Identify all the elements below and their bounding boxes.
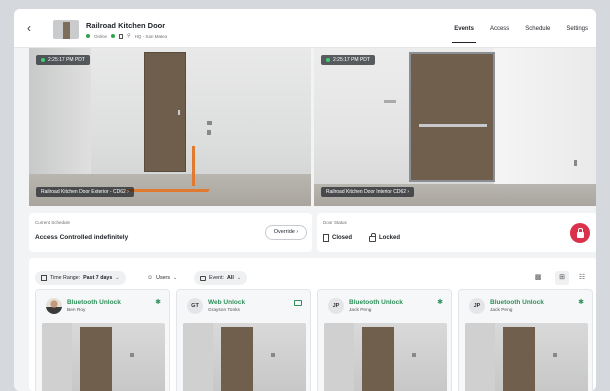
lock-toggle-button[interactable] [570, 223, 590, 243]
live-indicator-icon [326, 58, 330, 62]
event-filter[interactable]: Event: All ⌄ [194, 271, 248, 285]
door-thumbnail [53, 20, 79, 39]
list-view-button[interactable]: ☷ [575, 271, 589, 285]
door-status-caption: Door Status [323, 220, 347, 225]
calendar-icon [41, 275, 47, 281]
chevron-down-icon: ⌄ [236, 275, 242, 281]
tab-settings[interactable]: Settings [566, 9, 588, 48]
door-meta: Online ⚲ HQ - San Mateo [86, 32, 167, 40]
door-lock-state: Locked [369, 233, 400, 242]
events-panel: Time Range: Past 7 days ⌄ ☺ Users ⌄ Event: A… [29, 258, 596, 391]
bluetooth-icon: ✱ [155, 299, 161, 306]
event-snapshot [465, 323, 588, 391]
event-user: Jack Peng [490, 308, 513, 313]
schedule-value: Access Controlled indefinitely [35, 234, 129, 241]
camera-label-interior[interactable]: Railroad Kitchen Door Interior CD62 › [321, 187, 415, 197]
door-image [409, 52, 495, 182]
override-button[interactable]: Override › [265, 225, 307, 240]
grid-icon: ⊞ [559, 274, 565, 281]
camera-label-exterior[interactable]: Railroad Kitchen Door Exterior - CD62 › [36, 187, 134, 197]
event-user: Ben Roy [67, 308, 86, 313]
bluetooth-icon: ✱ [437, 299, 443, 306]
live-indicator-icon [41, 58, 45, 62]
event-user: Jack Peng [349, 308, 372, 313]
users-filter[interactable]: ☺ Users ⌄ [147, 271, 177, 285]
location-text: HQ - San Mateo [134, 33, 168, 39]
camera-timestamp: 2:25:17 PM PDT [36, 55, 90, 65]
bar-chart-icon: ▩ [534, 274, 542, 281]
event-type: Bluetooth Unlock [490, 299, 544, 306]
tab-schedule[interactable]: Schedule [525, 9, 550, 48]
event-card[interactable]: JP Bluetooth Unlock Jack Peng ✱ [317, 289, 452, 391]
event-snapshot [183, 323, 306, 391]
user-icon: ☺ [147, 275, 154, 281]
event-type: Web Unlock [208, 299, 246, 306]
back-arrow-icon[interactable]: ‹ [27, 21, 41, 35]
page-title: Railroad Kitchen Door [86, 21, 166, 30]
event-snapshot [324, 323, 447, 391]
tab-access[interactable]: Access [490, 9, 509, 48]
avatar: JP [469, 298, 485, 314]
camera-feed-interior[interactable]: 2:25:17 PM PDT Railroad Kitchen Door Int… [314, 48, 596, 206]
event-card[interactable]: Bluetooth Unlock Ben Roy ✱ [35, 289, 170, 391]
door-status-card: Door Status Closed Locked [317, 213, 596, 252]
reader-status-icon [111, 34, 116, 38]
tab-events[interactable]: Events [452, 9, 476, 48]
avatar: GT [187, 298, 203, 314]
chevron-down-icon: ⌄ [115, 275, 120, 281]
event-snapshot [42, 323, 165, 391]
grid-view-button[interactable]: ⊞ [555, 271, 569, 285]
app-window: ‹ Railroad Kitchen Door Online ⚲ HQ - Sa… [14, 9, 596, 391]
camera-feed-exterior[interactable]: 2:25:17 PM PDT Railroad Kitchen Door Ext… [29, 48, 311, 206]
event-user: Grayson Tonks [208, 308, 240, 313]
location-pin-icon: ⚲ [127, 33, 131, 39]
avatar [46, 298, 62, 314]
avatar: JP [328, 298, 344, 314]
event-type-icon [200, 275, 206, 281]
schedule-card: Current Schedule Access Controlled indef… [29, 213, 312, 252]
lock-icon [369, 233, 376, 242]
time-range-filter[interactable]: Time Range: Past 7 days ⌄ [35, 271, 126, 285]
schedule-caption: Current Schedule [35, 220, 71, 225]
lock-icon [576, 227, 584, 238]
event-type: Bluetooth Unlock [349, 299, 403, 306]
event-type: Bluetooth Unlock [67, 299, 121, 306]
chevron-down-icon: ⌄ [172, 275, 178, 281]
event-card[interactable]: GT Web Unlock Grayson Tonks [176, 289, 311, 391]
tab-bar: Events Access Schedule Settings [452, 9, 588, 48]
list-icon: ☷ [578, 274, 586, 281]
online-status-icon [86, 34, 90, 38]
event-card[interactable]: JP Bluetooth Unlock Jack Peng ✱ [458, 289, 593, 391]
reader-icon [119, 33, 124, 39]
online-status-text: Online [94, 33, 108, 39]
door-closed-icon [323, 234, 329, 242]
door-image [144, 52, 186, 172]
door-position: Closed [323, 234, 352, 242]
camera-timestamp: 2:25:17 PM PDT [321, 55, 375, 65]
header: ‹ Railroad Kitchen Door Online ⚲ HQ - Sa… [14, 9, 596, 48]
monitor-icon [294, 300, 302, 306]
bluetooth-icon: ✱ [578, 299, 584, 306]
chart-view-button[interactable]: ▩ [531, 271, 545, 285]
